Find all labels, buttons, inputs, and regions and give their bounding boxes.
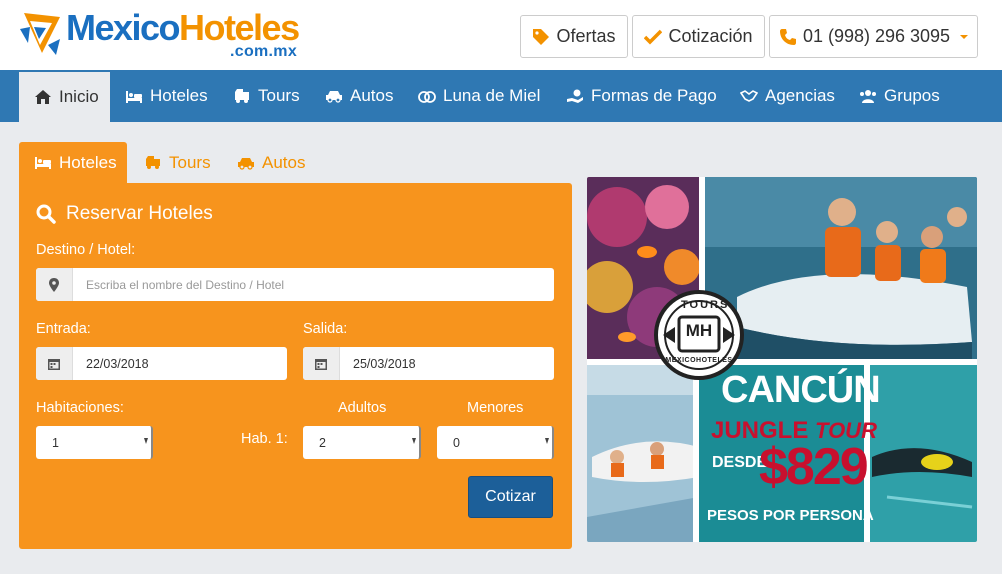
nav-item-autos[interactable]: Autos xyxy=(325,70,393,122)
nav-item-agencias[interactable]: Agencias xyxy=(740,70,835,122)
rooms-select[interactable]: 1 xyxy=(36,426,153,459)
chevron-down-icon xyxy=(960,34,969,39)
bus-icon xyxy=(235,89,249,103)
quote-label: Cotización xyxy=(668,26,753,46)
chevron-down-icon xyxy=(412,438,416,444)
users-icon xyxy=(860,90,876,103)
logo-domain: .com.mx xyxy=(230,43,298,60)
nav-label: Tours xyxy=(258,86,300,105)
payment-icon xyxy=(567,89,583,103)
destination-label: Destino / Hotel: xyxy=(36,242,136,258)
children-select[interactable]: 0 xyxy=(437,426,554,459)
nav-item-luna-de-miel[interactable]: Luna de Miel xyxy=(418,70,540,122)
checkin-field[interactable]: 22/03/2018 xyxy=(36,347,287,380)
tab-tours[interactable]: Tours xyxy=(144,142,211,184)
children-value: 0 xyxy=(453,435,460,450)
main-nav: Inicio Hoteles Tours Autos Luna de Miel … xyxy=(0,70,1002,122)
calendar-icon xyxy=(303,347,340,380)
handshake-icon xyxy=(740,90,758,102)
nav-label: Luna de Miel xyxy=(443,86,541,105)
search-icon xyxy=(36,204,56,224)
bed-icon xyxy=(126,91,142,103)
form-title-text: Reservar Hoteles xyxy=(66,203,213,224)
destination-input[interactable]: Escriba el nombre del Destino / Hotel xyxy=(73,268,554,301)
nav-item-hoteles[interactable]: Hoteles xyxy=(125,70,208,122)
car-icon xyxy=(238,158,254,170)
tab-label: Hoteles xyxy=(59,153,117,172)
logo-mark-icon xyxy=(20,13,60,55)
destination-field[interactable]: Escriba el nombre del Destino / Hotel xyxy=(36,268,554,301)
checkout-input[interactable]: 25/03/2018 xyxy=(340,347,554,380)
submit-quote-button[interactable]: Cotizar xyxy=(468,476,553,518)
tag-icon xyxy=(533,28,550,45)
checkin-label: Entrada: xyxy=(36,321,91,337)
promo-city: CANCÚN xyxy=(721,369,881,411)
hotel-booking-form: Reservar Hoteles Destino / Hotel: Escrib… xyxy=(19,183,572,549)
nav-item-grupos[interactable]: Grupos xyxy=(859,70,940,122)
calendar-icon xyxy=(36,347,73,380)
rooms-value: 1 xyxy=(52,435,59,450)
tab-autos[interactable]: Autos xyxy=(237,142,305,184)
badge-bottom-text: MEXICOHOTELES xyxy=(665,357,733,364)
quote-button[interactable]: Cotización xyxy=(632,15,765,58)
promo-per-person: PESOS POR PERSONA xyxy=(707,507,874,524)
bus-icon xyxy=(146,156,160,169)
badge-top-text: TOURS xyxy=(681,299,730,311)
checkout-field[interactable]: 25/03/2018 xyxy=(303,347,554,380)
nav-item-inicio[interactable]: Inicio xyxy=(19,72,110,122)
nav-label: Autos xyxy=(350,86,394,105)
form-title: Reservar Hoteles xyxy=(36,203,213,225)
adults-select[interactable]: 2 xyxy=(303,426,421,459)
offers-button[interactable]: Ofertas xyxy=(520,15,628,58)
room-row-label: Hab. 1: xyxy=(241,431,288,447)
nav-label: Grupos xyxy=(884,86,940,105)
logo-wordmark: MexicoHoteles xyxy=(66,7,300,48)
tab-hoteles[interactable]: Hoteles xyxy=(19,142,127,184)
car-icon xyxy=(326,91,342,103)
nav-label: Formas de Pago xyxy=(591,86,717,105)
rooms-label: Habitaciones: xyxy=(36,400,124,416)
children-label: Menores xyxy=(467,400,524,416)
site-header: MexicoHoteles .com.mx Ofertas Cotización… xyxy=(0,0,1002,70)
nav-label: Agencias xyxy=(765,86,835,105)
checkout-label: Salida: xyxy=(303,321,348,337)
chevron-down-icon xyxy=(545,438,549,444)
phone-icon xyxy=(779,28,796,45)
rings-icon xyxy=(418,91,436,103)
bed-icon xyxy=(35,157,51,169)
logo-word-mexico: Mexico xyxy=(66,7,181,48)
promo-banner[interactable]: TOURS MH MEXICOHOTELES CANCÚN JUNGLE TOU… xyxy=(587,177,977,542)
adults-label: Adultos xyxy=(338,400,387,416)
logo-word-hoteles: Hoteles xyxy=(179,7,300,48)
nav-item-tours[interactable]: Tours xyxy=(233,70,300,122)
offers-label: Ofertas xyxy=(556,26,616,46)
check-icon xyxy=(644,29,663,44)
nav-label: Inicio xyxy=(59,87,99,106)
phone-dropdown[interactable]: 01 (998) 296 3095 xyxy=(769,15,978,58)
chevron-down-icon xyxy=(144,438,148,444)
promo-price: $829 xyxy=(759,438,869,496)
nav-label: Hoteles xyxy=(150,86,208,105)
map-marker-icon xyxy=(36,268,73,301)
nav-item-formas-de-pago[interactable]: Formas de Pago xyxy=(566,70,717,122)
tab-label: Tours xyxy=(169,153,211,172)
home-icon xyxy=(35,90,51,104)
site-logo[interactable]: MexicoHoteles .com.mx xyxy=(20,7,320,63)
tab-label: Autos xyxy=(262,153,306,172)
checkin-input[interactable]: 22/03/2018 xyxy=(73,347,287,380)
badge-center-text: MH xyxy=(685,321,713,340)
adults-value: 2 xyxy=(319,435,326,450)
phone-label: 01 (998) 296 3095 xyxy=(802,26,951,46)
